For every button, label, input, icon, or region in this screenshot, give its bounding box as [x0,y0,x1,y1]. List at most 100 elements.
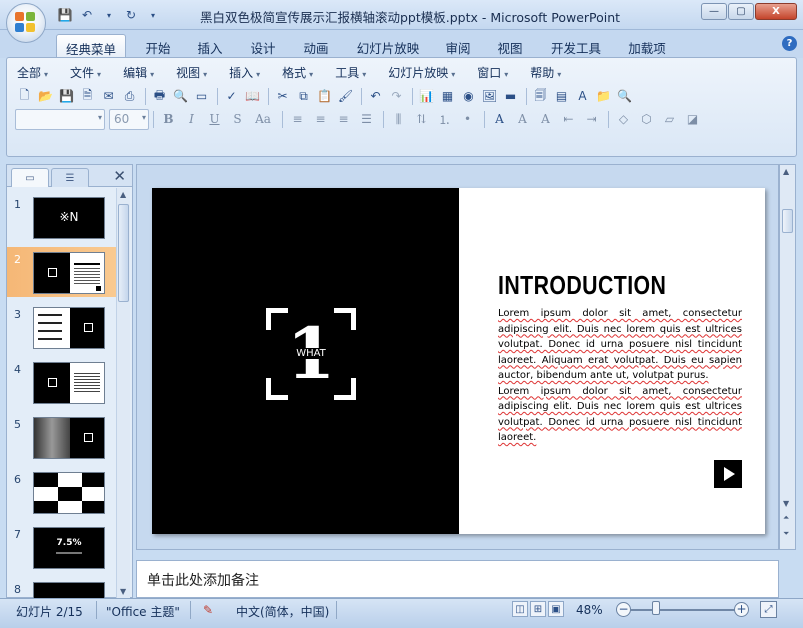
zoom-slider-knob[interactable] [652,601,660,615]
menu-all[interactable]: 全部 ▾ [17,64,48,81]
slideshow-view-icon[interactable]: ▣ [548,601,564,617]
language-indicator[interactable]: 中文(简体，中国) [236,603,329,620]
bold-button[interactable]: B [158,109,179,129]
picture-icon[interactable]: 🖼 [480,87,499,106]
close-icon[interactable]: ✕ [113,167,126,185]
menu-view[interactable]: 视图 ▾ [176,64,207,81]
spelling-icon[interactable]: ✓ [222,87,241,106]
chart-icon[interactable]: 📊 [417,87,436,106]
slide-thumbnail-6[interactable]: 6 [7,467,117,517]
maximize-button[interactable]: ▢ [728,3,754,20]
open-folder-icon[interactable]: 📂 [36,87,55,106]
scroll-up-icon[interactable]: ▲ [120,190,126,199]
arrange-icon[interactable]: ⬡ [636,109,657,129]
grow-font-icon[interactable]: A [512,109,533,129]
slide-thumbnail-8[interactable]: 8 [7,577,117,598]
current-slide[interactable]: 1 WHAT INTRODUCTION Lorem ipsum dolor si… [152,188,765,534]
copy-icon[interactable]: ⧉ [294,87,313,106]
slide-thumbnail-5[interactable]: 5 [7,412,117,462]
font-size-box[interactable]: 60 ▾ [109,108,149,130]
slide-body-text[interactable]: Lorem ipsum dolor sit amet, consectetur … [498,306,742,446]
fit-to-window-icon[interactable]: ⤢ [760,601,777,618]
align-right-icon[interactable]: ≡ [333,109,354,129]
shrink-font-icon[interactable]: A [535,109,556,129]
chevron-down-icon[interactable]: ▾ [100,6,118,24]
new-document-icon[interactable]: 🗋 [15,87,34,106]
slide-thumbnail-2[interactable]: 2 [7,247,117,297]
align-center-icon[interactable]: ≡ [310,109,331,129]
publish-icon[interactable]: ⎙ [120,87,139,106]
layout-icon[interactable]: ▤ [552,87,571,106]
theme-name[interactable]: "Office 主题" [106,603,180,620]
scroll-down-icon[interactable]: ▼ [783,499,789,508]
shape-fill-icon[interactable]: ◪ [682,109,703,129]
slide-thumbnail-4[interactable]: 4 [7,357,117,407]
quick-styles-icon[interactable]: ▱ [659,109,680,129]
zoom-slider-track[interactable] [630,609,740,611]
tab-design[interactable]: 设计 [243,34,283,58]
menu-help[interactable]: 帮助 ▾ [530,64,561,81]
fill-color-icon[interactable]: ▬ [501,87,520,106]
menu-window[interactable]: 窗口 ▾ [477,64,508,81]
font-name-box[interactable]: ▾ [15,108,105,130]
undo-icon[interactable]: ↶ [366,87,385,106]
format-painter-icon[interactable]: 🖌 [336,87,355,106]
shadow-button[interactable]: S [227,109,248,129]
tab-classic-menu[interactable]: 经典菜单 [56,34,126,58]
slide-thumbnail-7[interactable]: 7 7.5% [7,522,117,572]
italic-button[interactable]: I [181,109,202,129]
clipart-icon[interactable]: ◉ [459,87,478,106]
slide-sorter-icon[interactable]: ⊞ [530,601,546,617]
permission-icon[interactable]: 🗎 [78,87,97,106]
save-icon[interactable]: 💾 [57,87,76,106]
tab-slides[interactable]: ▭ [11,168,49,187]
slide-thumbnail-1[interactable]: 1 ※N [7,192,117,242]
text-direction-icon[interactable]: ⇅ [411,109,432,129]
tab-outline[interactable]: ☰ [51,168,89,187]
save-icon[interactable]: 💾 [56,6,74,24]
scroll-down-icon[interactable]: ▼ [120,587,126,596]
increase-indent-icon[interactable]: ⇥ [581,109,602,129]
tab-addins[interactable]: 加载项 [622,34,672,58]
table-icon[interactable]: ▦ [438,87,457,106]
columns-icon[interactable]: ⫼ [388,109,409,129]
tab-home[interactable]: 开始 [138,34,178,58]
text-box-icon[interactable]: A [573,87,592,106]
print-preview-icon[interactable]: 🔍 [171,87,190,106]
menu-file[interactable]: 文件 ▾ [70,64,101,81]
paste-icon[interactable]: 📋 [315,87,334,106]
underline-button[interactable]: U [204,109,225,129]
menu-format[interactable]: 格式 ▾ [282,64,313,81]
menu-edit[interactable]: 编辑 ▾ [123,64,154,81]
redo-icon[interactable]: ↷ [387,87,406,106]
play-button[interactable] [714,460,742,488]
minimize-button[interactable]: — [701,3,727,20]
customize-icon[interactable]: ▾ [144,6,162,24]
new-slide-icon[interactable]: 🗐 [531,87,550,106]
email-icon[interactable]: ✉ [99,87,118,106]
decrease-indent-icon[interactable]: ⇤ [558,109,579,129]
zoom-in-icon[interactable]: + [734,602,749,617]
redo-icon[interactable]: ↻ [122,6,140,24]
tab-insert[interactable]: 插入 [190,34,230,58]
print-icon[interactable]: 🖶 [150,87,169,106]
slides-panel-scrollbar[interactable]: ▲ ▼ [116,188,130,598]
frame-icon[interactable]: ▭ [192,87,211,106]
help-icon[interactable]: ? [782,36,797,51]
change-case-button[interactable]: Aa [250,109,276,129]
tab-view[interactable]: 视图 [490,34,530,58]
next-slide-icon[interactable]: ⏷ [783,529,789,539]
bullets-icon[interactable]: • [457,109,478,129]
shapes-icon[interactable]: ◇ [613,109,634,129]
normal-view-icon[interactable]: ◫ [512,601,528,617]
folder-icon[interactable]: 📁 [594,87,613,106]
scrollbar-thumb[interactable] [118,204,129,302]
menu-insert[interactable]: 插入 ▾ [229,64,260,81]
numbering-icon[interactable]: ⒈ [434,109,455,129]
undo-icon[interactable]: ↶ [78,6,96,24]
close-button[interactable]: X [755,3,797,20]
tab-developer[interactable]: 开发工具 [545,34,607,58]
research-icon[interactable]: 📖 [243,87,262,106]
office-button[interactable] [6,3,46,43]
tab-animations[interactable]: 动画 [296,34,336,58]
